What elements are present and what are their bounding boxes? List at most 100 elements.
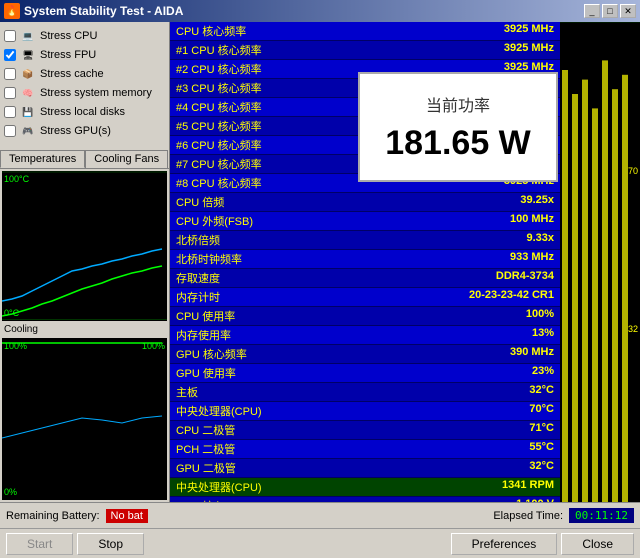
row-value: 55°C (529, 441, 554, 457)
row-label: GPU 使用率 (176, 365, 236, 381)
row-label: #5 CPU 核心频率 (176, 118, 262, 134)
row-label: 内存使用率 (176, 327, 231, 343)
stress-fpu-label: Stress FPU (40, 49, 96, 61)
table-row: 中央处理器(CPU) 70°C (170, 402, 560, 421)
preferences-button[interactable]: Preferences (451, 533, 558, 555)
table-row: CPU 使用率 100% (170, 307, 560, 326)
row-label: 存取速度 (176, 270, 220, 286)
row-label: 内存计时 (176, 289, 220, 305)
power-value: 181.65 W (385, 124, 531, 163)
row-value: 1341 RPM (502, 479, 554, 495)
row-label: #2 CPU 核心频率 (176, 61, 262, 77)
tab-temperatures[interactable]: Temperatures (0, 150, 85, 168)
stress-cpu-row: 💻 Stress CPU (4, 28, 165, 44)
stress-memory-checkbox[interactable] (4, 87, 16, 99)
table-row: CPU 外频(FSB) 100 MHz (170, 212, 560, 231)
usage-high-label: 100% (4, 341, 27, 351)
close-button-bottom[interactable]: Close (561, 533, 634, 555)
title-bar: 🔥 System Stability Test - AIDA _ □ ✕ (0, 0, 640, 22)
stress-cache-label: Stress cache (40, 68, 104, 80)
row-value: 3925 MHz (504, 23, 554, 39)
status-bar: Remaining Battery: No bat Elapsed Time: … (0, 502, 640, 528)
right-graph-svg (560, 22, 640, 502)
minimize-button[interactable]: _ (584, 4, 600, 18)
left-panel: 💻 Stress CPU 🖥 Stress FPU 📦 Stress cache… (0, 22, 170, 502)
maximize-button[interactable]: □ (602, 4, 618, 18)
row-label: #8 CPU 核心频率 (176, 175, 262, 191)
cpu-icon: 💻 (20, 28, 36, 44)
memory-icon: 🧠 (20, 85, 36, 101)
stress-cache-checkbox[interactable] (4, 68, 16, 80)
start-button[interactable]: Start (6, 533, 73, 555)
row-label: 主板 (176, 384, 198, 400)
row-value: 70°C (529, 403, 554, 419)
stress-cpu-checkbox[interactable] (4, 30, 16, 42)
row-value: 32°C (529, 460, 554, 476)
row-value: 933 MHz (510, 251, 554, 267)
table-row: #1 CPU 核心频率 3925 MHz (170, 41, 560, 60)
temp-high-label: 100°C (4, 174, 29, 184)
row-label: 中央处理器(CPU) (176, 403, 262, 419)
elapsed-label: Elapsed Time: (493, 510, 563, 522)
battery-label: Remaining Battery: (6, 510, 100, 522)
power-overlay: 当前功率 181.65 W (358, 72, 558, 182)
tab-cooling-fans[interactable]: Cooling Fans (85, 150, 168, 168)
row-label: PCH 二极管 (176, 441, 235, 457)
fpu-icon: 🖥 (20, 47, 36, 63)
row-value: 100 MHz (510, 213, 554, 229)
row-label: #1 CPU 核心频率 (176, 42, 262, 58)
table-row: CPU 二极管71°C (170, 421, 560, 440)
table-row: 北桥时钟频率933 MHz (170, 250, 560, 269)
row-label: CPU 使用率 (176, 308, 235, 324)
stress-disks-checkbox[interactable] (4, 106, 16, 118)
row-label: CPU 倍频 (176, 194, 224, 210)
window-controls: _ □ ✕ (584, 4, 636, 18)
stress-memory-label: Stress system memory (40, 87, 152, 99)
table-row: PCH 二极管 55°C (170, 440, 560, 459)
cache-icon: 📦 (20, 66, 36, 82)
stress-disks-row: 💾 Stress local disks (4, 104, 165, 120)
stress-memory-row: 🧠 Stress system memory (4, 85, 165, 101)
app-icon: 🔥 (4, 3, 20, 19)
disks-icon: 💾 (20, 104, 36, 120)
table-row: CPU 倍频39.25x (170, 193, 560, 212)
close-button[interactable]: ✕ (620, 4, 636, 18)
temp-low-label: 0°C (4, 308, 19, 318)
gpu-icon: 🎮 (20, 123, 36, 139)
window-title: System Stability Test - AIDA (24, 4, 183, 18)
usage-low-label: 0% (4, 487, 17, 497)
table-row: CPU 核心1.100 V (170, 497, 560, 502)
row-value: 3925 MHz (504, 42, 554, 58)
row-label: CPU 核心频率 (176, 23, 246, 39)
table-row: GPU 二极管32°C (170, 459, 560, 478)
stress-cache-row: 📦 Stress cache (4, 66, 165, 82)
row-label: CPU 核心 (176, 498, 224, 502)
table-row: 主板32°C (170, 383, 560, 402)
row-label: CPU 外频(FSB) (176, 213, 253, 229)
row-label: #3 CPU 核心频率 (176, 80, 262, 96)
stress-fpu-row: 🖥 Stress FPU (4, 47, 165, 63)
row-label: CPU 二极管 (176, 422, 235, 438)
temperature-graph: 100°C 0°C (2, 171, 167, 321)
right-panel: 70 32 (560, 22, 640, 502)
table-row: 内存计时20-23-23-42 CR1 (170, 288, 560, 307)
usage-graph-svg (2, 338, 167, 500)
row-label: 北桥倍频 (176, 232, 220, 248)
row-value: 100% (526, 308, 554, 324)
usage-right-high-label: 100% (142, 341, 165, 351)
stress-cpu-label: Stress CPU (40, 30, 97, 42)
stress-options: 💻 Stress CPU 🖥 Stress FPU 📦 Stress cache… (0, 22, 169, 148)
table-row: GPU 使用率23% (170, 364, 560, 383)
power-title: 当前功率 (426, 92, 490, 116)
right-32-label: 32 (628, 324, 638, 334)
row-label: 中央处理器(CPU) (176, 479, 262, 495)
bottom-bar: Start Stop Preferences Close (0, 528, 640, 558)
table-row: 北桥倍频 9.33x (170, 231, 560, 250)
row-label: GPU 核心频率 (176, 346, 247, 362)
right-70-label: 70 (628, 166, 638, 176)
stress-gpu-checkbox[interactable] (4, 125, 16, 137)
stress-fpu-checkbox[interactable] (4, 49, 16, 61)
stop-button[interactable]: Stop (77, 533, 144, 555)
table-row: 内存使用率13% (170, 326, 560, 345)
row-value: 9.33x (526, 232, 554, 248)
